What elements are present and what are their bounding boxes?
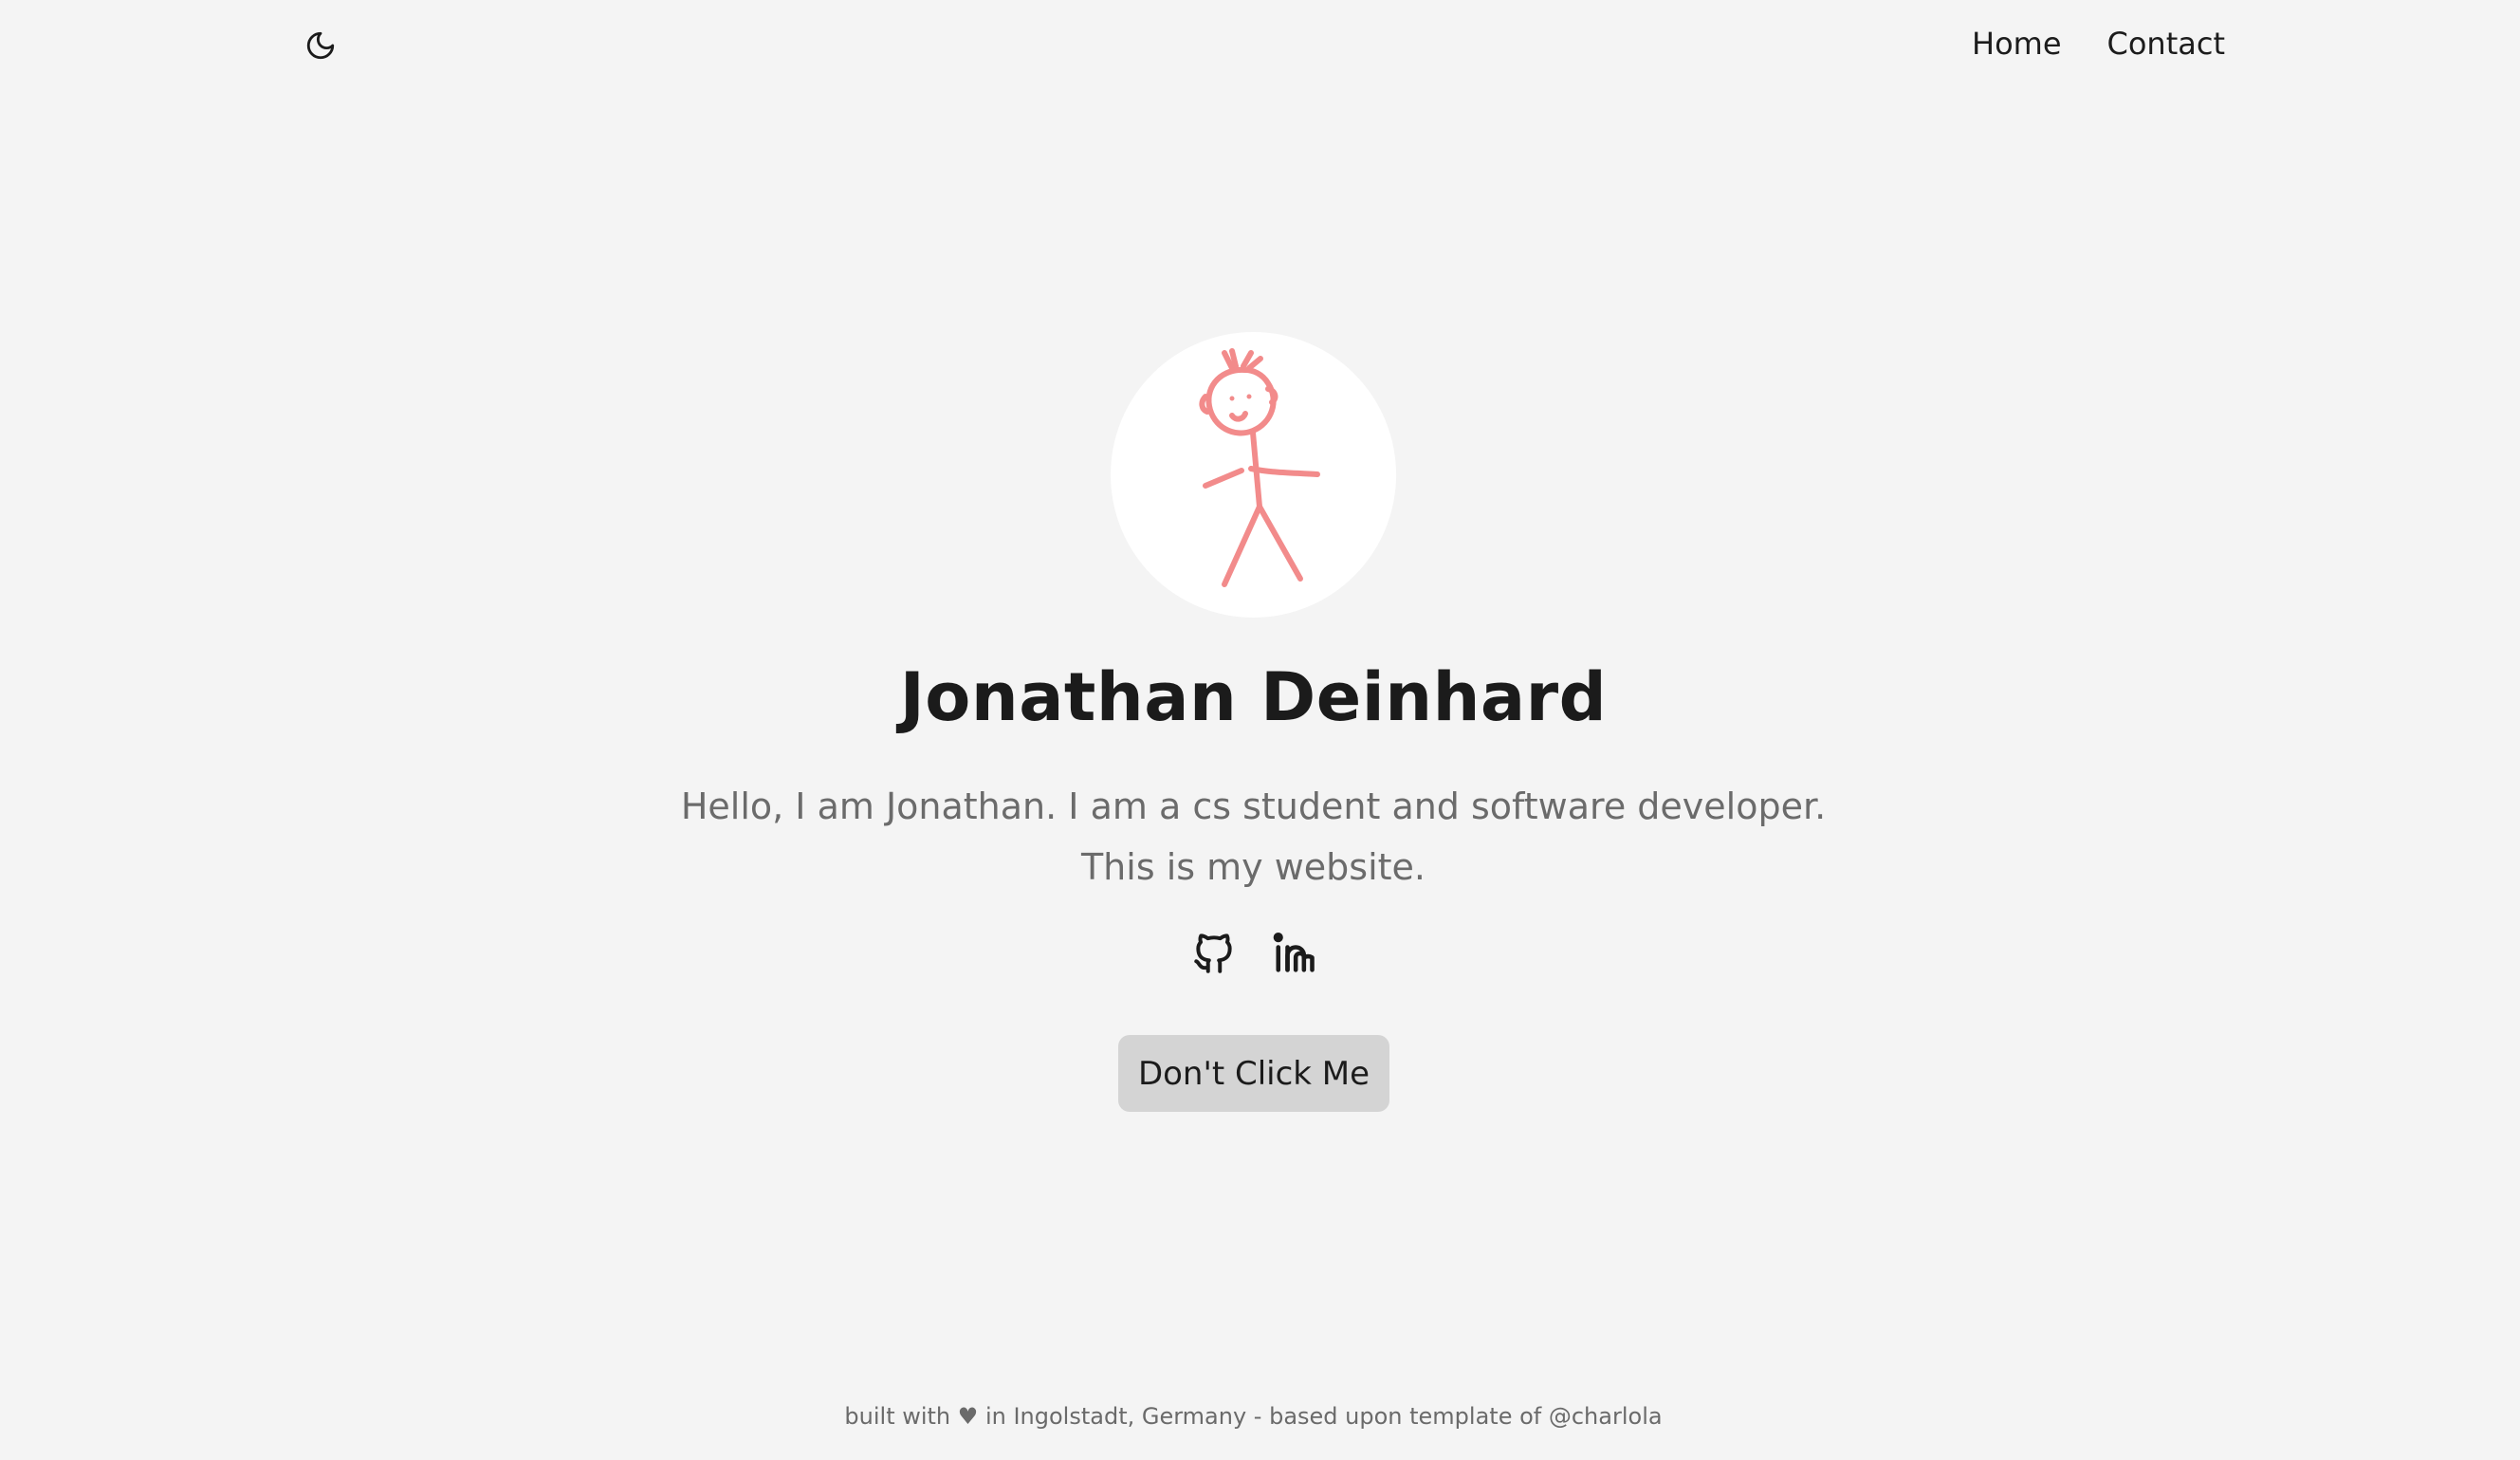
footer: built with ♥ in Ingolstadt, Germany - ba… xyxy=(0,1399,2507,1433)
bio: Hello, I am Jonathan. I am a cs student … xyxy=(0,776,2507,897)
nav-home-link[interactable]: Home xyxy=(1972,23,2062,65)
theme-toggle-button[interactable] xyxy=(302,27,340,65)
moon-icon xyxy=(306,31,335,60)
bio-line-1: Hello, I am Jonathan. I am a cs student … xyxy=(680,785,1827,827)
page-title: Jonathan Deinhard xyxy=(899,658,1608,736)
footer-text-before: built with xyxy=(844,1403,951,1430)
nav-contact-link[interactable]: Contact xyxy=(2107,23,2226,65)
page: Home Contact Jonathan Deinhard Hello, I … xyxy=(0,0,2520,1460)
stick-figure-avatar xyxy=(1199,348,1320,587)
top-nav: Home Contact xyxy=(1972,23,2225,65)
github-icon xyxy=(1193,933,1232,973)
heart-icon: ♥ xyxy=(957,1403,979,1430)
github-link[interactable] xyxy=(1188,928,1240,979)
avatar xyxy=(1111,332,1396,618)
footer-text-after: in Ingolstadt, Germany - based upon temp… xyxy=(984,1403,1663,1430)
social-links xyxy=(0,928,2507,979)
dont-click-me-button[interactable]: Don't Click Me xyxy=(1118,1035,1389,1112)
bio-line-2: This is my website. xyxy=(1080,846,1426,888)
linkedin-icon xyxy=(1273,933,1315,972)
linkedin-link[interactable] xyxy=(1268,928,1319,979)
